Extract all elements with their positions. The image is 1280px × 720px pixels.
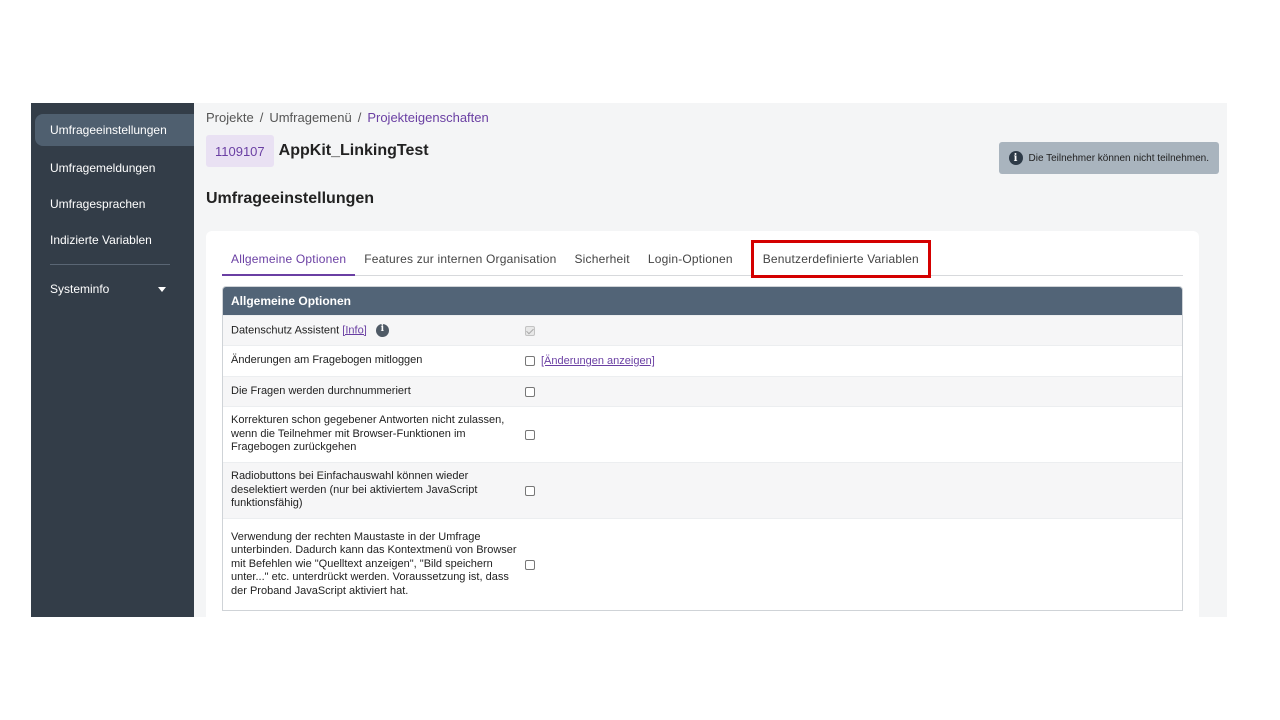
breadcrumb-current: Projekteigenschaften: [367, 109, 489, 125]
app-window: Umfrageeinstellungen Umfragemeldungen Um…: [31, 103, 1227, 617]
main-content: Projekte / Umfragemenü / Projekteigensch…: [194, 103, 1227, 617]
info-link[interactable]: [Info]: [342, 324, 366, 336]
tab-benutzerdefinierte-variablen[interactable]: Benutzerdefinierte Variablen: [750, 240, 931, 278]
info-icon: i: [1008, 151, 1023, 165]
option-label: Die Fragen werden durchnummeriert: [231, 384, 411, 397]
settings-card: Allgemeine Optionen Features zur interne…: [206, 231, 1199, 617]
sidebar-item-label: Systeminfo: [50, 282, 110, 296]
sidebar-item-systeminfo[interactable]: Systeminfo: [31, 271, 194, 307]
breadcrumb-umfragemenue[interactable]: Umfragemenü: [269, 110, 351, 125]
option-label: Datenschutz Assistent [Info] i: [231, 323, 525, 338]
checkbox-rechte-maustaste[interactable]: [525, 559, 535, 570]
checkbox-datenschutz: [525, 325, 535, 336]
checkbox-durchnummeriert[interactable]: [525, 386, 535, 397]
option-row-radiobuttons: Radiobuttons bei Einfachauswahl können w…: [223, 462, 1182, 518]
options-list: Datenschutz Assistent [Info] i Änderunge…: [223, 315, 1182, 610]
sidebar-item-umfrageeinstellungen[interactable]: Umfrageeinstellungen: [35, 114, 194, 146]
breadcrumb-separator: /: [357, 109, 362, 125]
breadcrumb-separator: /: [259, 109, 264, 125]
option-label: Änderungen am Fragebogen mitloggen: [231, 354, 423, 367]
chevron-down-icon: [158, 286, 166, 292]
option-row-datenschutz: Datenschutz Assistent [Info] i: [223, 315, 1182, 345]
checkbox-radiobuttons[interactable]: [525, 485, 535, 496]
tab-sicherheit[interactable]: Sicherheit: [565, 243, 638, 275]
survey-id-badge: 1109107: [206, 135, 274, 167]
tab-bar: Allgemeine Optionen Features zur interne…: [222, 240, 1183, 278]
option-text: Datenschutz Assistent: [231, 323, 340, 336]
tab-features-interne-organisation[interactable]: Features zur internen Organisation: [355, 243, 565, 275]
tab-login-optionen[interactable]: Login-Optionen: [639, 243, 742, 275]
checkbox-korrekturen[interactable]: [525, 429, 535, 440]
page-title: Umfrageeinstellungen: [206, 190, 375, 207]
aenderungen-anzeigen-link[interactable]: [Änderungen anzeigen]: [541, 355, 655, 367]
checkbox-aenderungen-mitloggen[interactable]: [525, 356, 535, 366]
option-label: Verwendung der rechten Maustaste in der …: [231, 530, 517, 597]
breadcrumb-projekte[interactable]: Projekte: [206, 110, 254, 125]
option-label: Radiobuttons bei Einfachauswahl können w…: [231, 470, 478, 510]
sidebar-item-umfragesprachen[interactable]: Umfragesprachen: [31, 186, 194, 222]
option-row-durchnummeriert: Die Fragen werden durchnummeriert: [223, 376, 1182, 406]
sidebar-divider: [50, 264, 170, 265]
option-label: Korrekturen schon gegebener Antworten ni…: [231, 414, 505, 454]
options-panel: Allgemeine Optionen Datenschutz Assisten…: [222, 286, 1183, 611]
option-row-korrekturen: Korrekturen schon gegebener Antworten ni…: [223, 406, 1182, 462]
sidebar: Umfrageeinstellungen Umfragemeldungen Um…: [31, 103, 194, 617]
sidebar-item-umfragemeldungen[interactable]: Umfragemeldungen: [31, 150, 194, 186]
panel-title: Allgemeine Optionen: [223, 287, 1182, 315]
sidebar-item-indizierte-variablen[interactable]: Indizierte Variablen: [31, 222, 194, 258]
option-row-rechte-maustaste: Verwendung der rechten Maustaste in der …: [223, 518, 1182, 610]
info-icon[interactable]: i: [375, 323, 389, 337]
option-row-aenderungen-mitloggen: Änderungen am Fragebogen mitloggen [Ände…: [223, 345, 1182, 376]
breadcrumb: Projekte / Umfragemenü / Projekteigensch…: [206, 108, 1219, 126]
survey-name: AppKit_LinkingTest: [278, 142, 429, 159]
tab-allgemeine-optionen[interactable]: Allgemeine Optionen: [222, 243, 356, 276]
status-badge: i Die Teilnehmer können nicht teilnehmen…: [998, 142, 1219, 174]
status-text: Die Teilnehmer können nicht teilnehmen.: [1028, 152, 1209, 164]
